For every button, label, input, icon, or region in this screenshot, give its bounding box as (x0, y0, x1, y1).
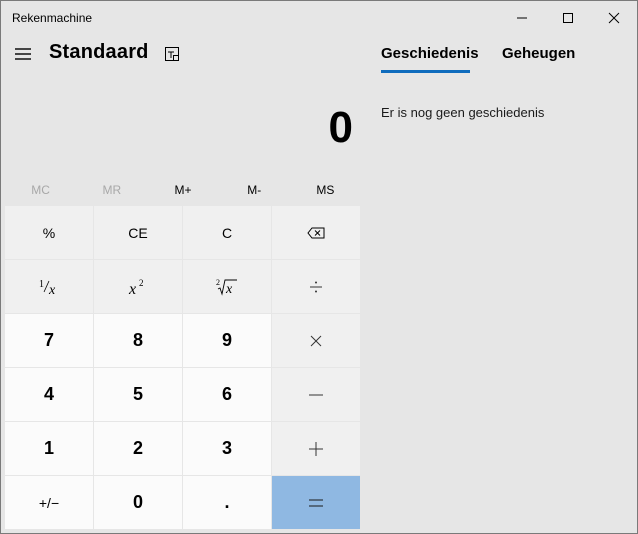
maximize-icon (563, 13, 573, 23)
decimal-button[interactable]: . (183, 476, 271, 529)
memory-add-button[interactable]: M+ (147, 177, 218, 203)
subtract-button[interactable] (272, 368, 360, 421)
square-icon: x 2 (128, 278, 144, 296)
close-icon (608, 12, 620, 24)
digit-2-button[interactable]: 2 (94, 422, 182, 475)
memory-clear-button[interactable]: MC (5, 177, 76, 203)
clear-button[interactable]: C (183, 206, 271, 259)
backspace-icon (307, 227, 325, 238)
tab-history[interactable]: Geschiedenis (381, 45, 479, 62)
multiply-button[interactable] (272, 314, 360, 367)
digit-4-button[interactable]: 4 (5, 368, 93, 421)
keep-on-top-icon (165, 47, 179, 61)
title-bar[interactable]: Rekenmachine (1, 1, 637, 35)
svg-text:x: x (225, 282, 233, 296)
calculator-mode-title: Standaard (49, 41, 149, 63)
navigation-menu-button[interactable] (13, 46, 33, 62)
svg-text:x: x (128, 281, 136, 296)
memory-recall-button[interactable]: MR (76, 177, 147, 203)
square-root-icon: 2 x (216, 278, 237, 296)
memory-controls: MC MR M+ M- MS (5, 177, 361, 203)
multiply-icon (310, 335, 322, 346)
divide-icon (310, 281, 322, 292)
digit-5-button[interactable]: 5 (94, 368, 182, 421)
percent-button[interactable]: % (5, 206, 93, 259)
minus-icon (309, 394, 323, 395)
divide-button[interactable] (272, 260, 360, 313)
digit-3-button[interactable]: 3 (183, 422, 271, 475)
hamburger-icon (15, 48, 31, 60)
digit-9-button[interactable]: 9 (183, 314, 271, 367)
window-title: Rekenmachine (12, 11, 93, 25)
svg-text:1: 1 (39, 279, 44, 290)
active-tab-indicator (381, 70, 470, 73)
calculator-window: Rekenmachine Standaard 0 MC MR M+ M- MS … (0, 0, 638, 534)
reciprocal-icon: 1 x (39, 279, 56, 296)
equals-icon (309, 499, 323, 506)
digit-1-button[interactable]: 1 (5, 422, 93, 475)
keypad: % CE C 1 x x 2 2 x 7 8 9 4 5 6 1 2 3 +/−… (5, 206, 362, 530)
memory-store-button[interactable]: MS (290, 177, 361, 203)
result-display: 0 (328, 103, 353, 152)
negate-button[interactable]: +/− (5, 476, 93, 529)
digit-7-button[interactable]: 7 (5, 314, 93, 367)
add-button[interactable] (272, 422, 360, 475)
square-button[interactable]: x 2 (94, 260, 182, 313)
clear-entry-button[interactable]: CE (94, 206, 182, 259)
digit-0-button[interactable]: 0 (94, 476, 182, 529)
svg-text:2: 2 (216, 278, 220, 287)
memory-subtract-button[interactable]: M- (219, 177, 290, 203)
svg-text:x: x (48, 283, 56, 296)
history-empty-message: Er is nog geen geschiedenis (381, 105, 545, 120)
minimize-button[interactable] (499, 1, 545, 35)
keep-on-top-button[interactable] (163, 45, 181, 63)
tab-memory[interactable]: Geheugen (502, 45, 575, 62)
digit-8-button[interactable]: 8 (94, 314, 182, 367)
maximize-button[interactable] (545, 1, 591, 35)
close-button[interactable] (591, 1, 637, 35)
backspace-button[interactable] (272, 206, 360, 259)
digit-6-button[interactable]: 6 (183, 368, 271, 421)
plus-icon (309, 441, 323, 456)
equals-button[interactable] (272, 476, 360, 529)
svg-text:2: 2 (139, 278, 144, 288)
minimize-icon (517, 17, 527, 19)
reciprocal-button[interactable]: 1 x (5, 260, 93, 313)
square-root-button[interactable]: 2 x (183, 260, 271, 313)
